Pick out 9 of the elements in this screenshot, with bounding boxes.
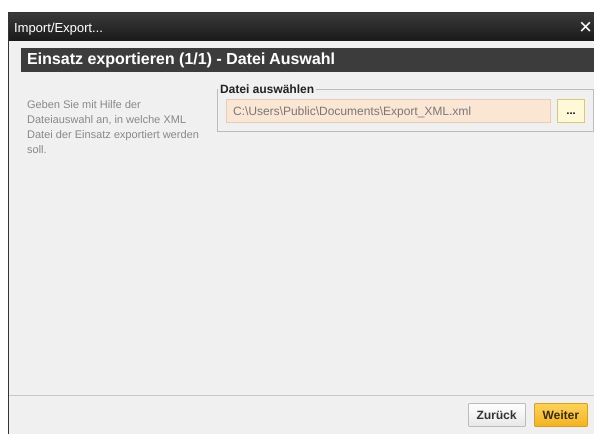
help-text: Geben Sie mit Hilfe der Dateiauswahl an, in welche XML Datei der Einsatz exportiert werden soll.: [26, 98, 200, 158]
file-path-field[interactable]: C:\Users\Public\Documents\Export_XML.xml: [226, 99, 551, 123]
window-title: Import/Export...: [14, 20, 103, 34]
browse-button[interactable]: ...: [557, 99, 585, 123]
group-label: Datei auswählen: [219, 82, 316, 96]
next-button[interactable]: Weiter: [534, 403, 588, 427]
back-button[interactable]: Zurück: [468, 403, 526, 427]
section-header: Einsatz exportieren (1/1) - Datei Auswahl: [21, 48, 594, 72]
close-button[interactable]: ×: [579, 16, 594, 38]
